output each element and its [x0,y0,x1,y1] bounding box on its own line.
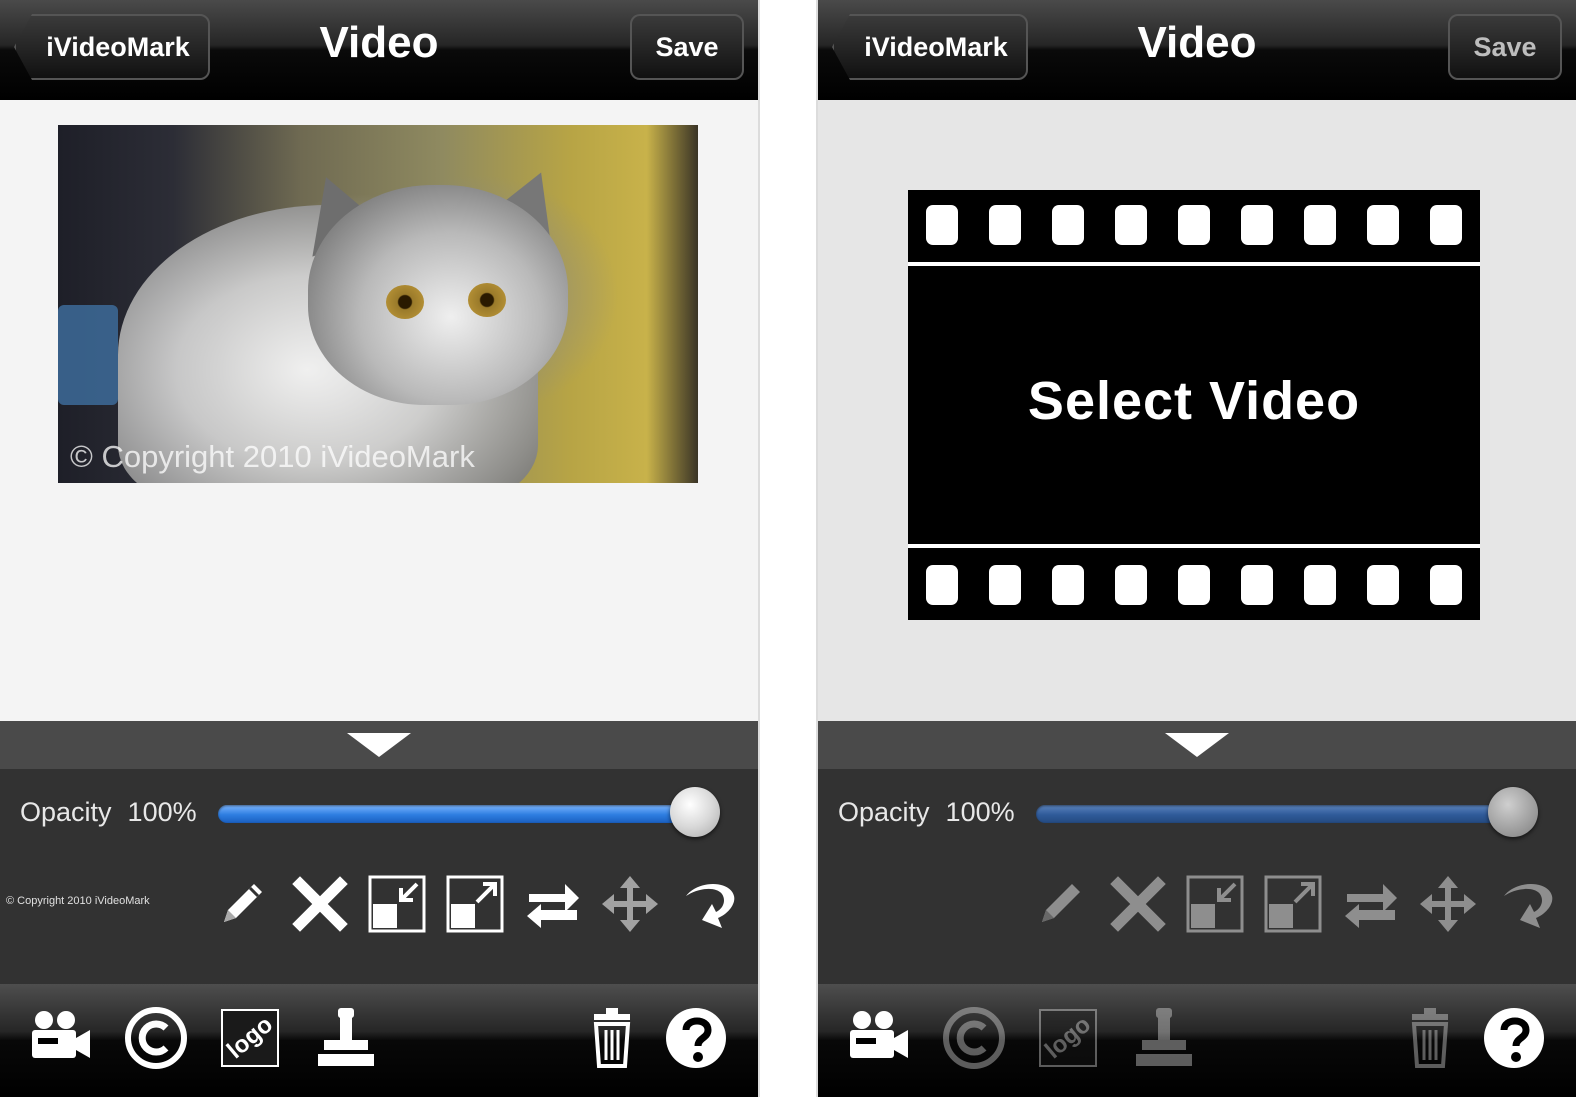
opacity-slider-track[interactable] [1036,805,1526,823]
video-camera-icon[interactable] [24,1002,96,1074]
save-button[interactable]: Save [1448,14,1562,80]
opacity-value: 100% [945,797,1015,827]
logo-icon[interactable]: logo [1032,1002,1104,1074]
copyright-icon[interactable] [120,1002,192,1074]
film-border-line [908,262,1480,266]
opacity-slider-thumb[interactable] [1488,787,1538,837]
drawer-toggle[interactable] [818,721,1576,769]
video-camera-icon[interactable] [842,1002,914,1074]
rotate-icon[interactable] [1494,872,1558,936]
opacity-value: 100% [127,797,197,827]
opacity-label: Opacity 100% [838,797,1015,828]
film-perforations-top [908,190,1480,260]
select-video-button[interactable]: Select Video [908,190,1480,620]
content-area: Select Video [818,100,1576,721]
pencil-icon[interactable] [1028,872,1092,936]
delete-x-icon[interactable] [288,872,352,936]
enlarge-icon[interactable] [443,872,507,936]
swap-arrows-icon[interactable] [1339,872,1403,936]
shrink-icon[interactable] [1183,872,1247,936]
rotate-icon[interactable] [676,872,740,936]
edit-toolbar [1028,869,1558,939]
logo-icon-text: logo [1039,1010,1096,1065]
move-icon[interactable] [1416,872,1480,936]
bottom-toolbar: logo [818,984,1576,1097]
screen-with-video: iVideoMark Video Save © Copyright 2010 i… [0,0,758,1097]
back-button[interactable]: iVideoMark [14,14,210,80]
screen-select-video: iVideoMark Video Save Select Video Opaci… [818,0,1576,1097]
cat-eye [468,283,506,317]
help-icon[interactable] [1478,1002,1550,1074]
delete-x-icon[interactable] [1106,872,1170,936]
logo-icon[interactable]: logo [214,1002,286,1074]
shrink-icon[interactable] [365,872,429,936]
bottom-toolbar: logo [0,984,758,1097]
content-area: © Copyright 2010 iVideoMark [0,100,758,721]
copyright-icon[interactable] [938,1002,1010,1074]
back-button[interactable]: iVideoMark [832,14,1028,80]
chevron-down-icon [347,733,411,757]
chevron-down-icon [1165,733,1229,757]
pencil-icon[interactable] [210,872,274,936]
swap-arrows-icon[interactable] [521,872,585,936]
save-button[interactable]: Save [630,14,744,80]
watermark-overlay-text[interactable]: © Copyright 2010 iVideoMark [70,439,475,475]
cat-eye [386,285,424,319]
trash-icon[interactable] [576,1002,648,1074]
move-icon[interactable] [598,872,662,936]
navigation-bar: iVideoMark Video Save [0,0,758,100]
opacity-slider-thumb[interactable] [670,787,720,837]
help-icon[interactable] [660,1002,732,1074]
trash-icon[interactable] [1394,1002,1466,1074]
edit-toolbar [210,869,740,939]
film-perforations-bottom [908,550,1480,620]
opacity-slider-track[interactable] [218,805,708,823]
video-preview[interactable]: © Copyright 2010 iVideoMark [58,125,698,483]
background-object [58,305,118,405]
opacity-label-text: Opacity [20,797,112,827]
stamp-icon[interactable] [310,1002,382,1074]
watermark-preview-text: © Copyright 2010 iVideoMark [6,895,150,907]
watermark-tool-panel: Opacity 100% © Copyright 2010 iVideoMark [0,769,758,984]
logo-icon-text: logo [221,1010,278,1065]
navigation-bar: iVideoMark Video Save [818,0,1576,100]
watermark-tool-panel: Opacity 100% [818,769,1576,984]
stamp-icon[interactable] [1128,1002,1200,1074]
film-border-line [908,544,1480,548]
enlarge-icon[interactable] [1261,872,1325,936]
opacity-label-text: Opacity [838,797,930,827]
screen-divider [758,0,818,1097]
drawer-toggle[interactable] [0,721,758,769]
select-video-label: Select Video [1027,371,1361,431]
cat-head [308,185,568,405]
opacity-label: Opacity 100% [20,797,197,828]
